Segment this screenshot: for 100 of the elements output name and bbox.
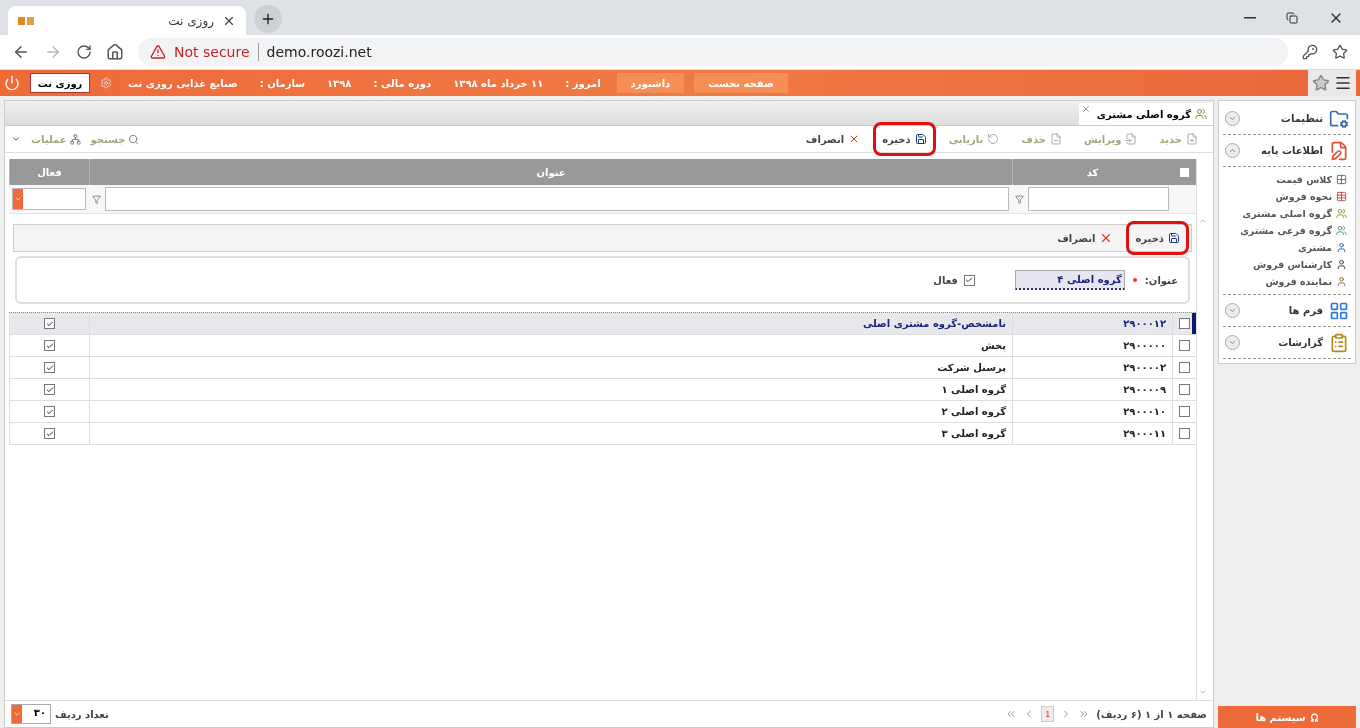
address-field[interactable]: Not secure demo.roozi.net xyxy=(138,38,1288,66)
file-icon xyxy=(1049,133,1062,145)
checkbox[interactable] xyxy=(44,428,55,439)
home-icon xyxy=(106,43,124,61)
back-icon xyxy=(12,43,30,61)
checkbox[interactable] xyxy=(44,362,55,373)
sidebar-item[interactable]: نحوه فروش xyxy=(1223,188,1351,205)
page-size-label: تعداد ردیف xyxy=(55,708,109,720)
table-row[interactable]: ۲۹۰۰۰۱۱ گروه اصلی ۳ xyxy=(9,423,1196,445)
checkbox[interactable] xyxy=(1179,340,1190,351)
omega-icon xyxy=(1309,712,1319,722)
table-cell: ۲۹۰۰۰۱۱ xyxy=(1012,423,1172,444)
toolbar-button[interactable]: ذخیره xyxy=(873,122,936,156)
save-icon xyxy=(1168,232,1180,244)
info-value: ۱۳۹۸ xyxy=(327,77,352,89)
filter-select[interactable] xyxy=(12,188,86,210)
clipboard-icon xyxy=(1329,332,1349,353)
table-cell: ۲۹۰۰۰۰۹ xyxy=(1012,379,1172,400)
filter-field[interactable] xyxy=(1028,187,1169,211)
checkbox-label: فعال xyxy=(933,274,958,286)
table-row[interactable]: ۲۹۰۰۰۱۲ نامشخص-گروه مشتری اصلی xyxy=(9,312,1196,335)
close-icon[interactable] xyxy=(1080,104,1091,114)
network-icon xyxy=(69,133,81,145)
page-size-select[interactable]: ۳۰ xyxy=(11,704,51,724)
filter-field[interactable] xyxy=(105,187,1009,211)
table-row[interactable]: ۲۹۰۰۰۰۰ پخش xyxy=(9,335,1196,357)
checkbox[interactable] xyxy=(1179,428,1190,439)
editor-button[interactable]: ذخیره xyxy=(1126,221,1189,255)
checkbox[interactable] xyxy=(44,340,55,351)
search-icon xyxy=(128,133,140,145)
checkbox[interactable] xyxy=(44,318,55,329)
title-field[interactable]: گروه اصلی ۴ xyxy=(1014,270,1125,290)
checkbox[interactable] xyxy=(44,384,55,395)
users-icon xyxy=(1336,208,1347,219)
info-label: سازمان : xyxy=(259,77,305,89)
new-tab-button[interactable] xyxy=(254,5,282,33)
checkbox[interactable] xyxy=(1179,318,1190,329)
url-text: demo.roozi.net xyxy=(266,44,372,60)
caret-icon xyxy=(13,710,21,718)
restore-icon xyxy=(1286,11,1298,24)
sidebar-group[interactable]: اطلاعات پایه xyxy=(1223,135,1351,167)
user-name: روزی نت xyxy=(30,73,90,93)
table-cell: ۲۹۰۰۰۰۲ xyxy=(1012,357,1172,378)
sidebar-group[interactable]: تنظیمات xyxy=(1223,103,1351,135)
checkbox[interactable] xyxy=(44,406,55,417)
info-value: ۱۱ خرداد ماه ۱۳۹۸ xyxy=(453,77,544,89)
browser-tab[interactable]: روزی نت xyxy=(8,6,246,35)
select-all-checkbox[interactable] xyxy=(1179,167,1189,177)
sidebar-item[interactable]: کلاس قیمت xyxy=(1223,171,1351,188)
tab-title: روزی نت xyxy=(168,13,214,28)
toolbar-button[interactable]: انصراف xyxy=(796,128,870,150)
sidebar-group[interactable]: گزارشات xyxy=(1223,327,1351,359)
star-icon xyxy=(1312,74,1330,92)
table-cell: گروه اصلی ۲ xyxy=(89,401,1012,422)
sidebar-item[interactable]: مشتری xyxy=(1223,239,1351,256)
field-label: عنوان: xyxy=(1144,274,1178,286)
table-row[interactable]: ۲۹۰۰۰۰۹ گروه اصلی ۱ xyxy=(9,379,1196,401)
sidebar-item[interactable]: کارشناس فروش xyxy=(1223,256,1351,273)
chevron-icon xyxy=(1225,143,1240,158)
minimize-icon xyxy=(1244,16,1256,19)
filter-icon xyxy=(92,194,101,204)
plus-icon xyxy=(260,11,276,27)
sidebar-item[interactable]: گروه اصلی مشتری xyxy=(1223,205,1351,222)
info-value: صنایع غذایی روزی نت xyxy=(128,77,238,89)
sidebar-item[interactable]: نماینده فروش xyxy=(1223,273,1351,290)
logo-icon xyxy=(18,15,34,26)
first-page-icon xyxy=(1005,708,1018,720)
gear-icon xyxy=(100,77,112,89)
file-arrow-icon xyxy=(1125,133,1138,145)
sidebar-item[interactable]: گروه فرعی مشتری xyxy=(1223,222,1351,239)
checkbox[interactable] xyxy=(963,274,975,286)
sidebar-group[interactable]: فرم ها xyxy=(1223,295,1351,327)
user-icon xyxy=(1336,276,1347,287)
pencil-icon xyxy=(1329,140,1349,161)
page-number[interactable]: 1 xyxy=(1041,706,1055,722)
page-tab[interactable]: گروه اصلی مشتری xyxy=(1078,103,1213,125)
warning-icon xyxy=(150,44,166,60)
reload-icon xyxy=(76,44,92,60)
table-icon xyxy=(1336,191,1347,202)
page-summary: صفحه ۱ از ۱ (۶ ردیف) xyxy=(1096,708,1207,720)
table-row[interactable]: ۲۹۰۰۰۱۰ گروه اصلی ۲ xyxy=(9,401,1196,423)
info-label: امروز : xyxy=(565,77,601,89)
checkbox[interactable] xyxy=(1179,406,1190,417)
table-cell: پخش xyxy=(89,335,1012,356)
checkbox[interactable] xyxy=(1179,362,1190,373)
restore-icon xyxy=(987,133,1000,145)
table-row[interactable]: ۲۹۰۰۰۰۲ پرسنل شرکت xyxy=(9,357,1196,379)
grid-icon xyxy=(1336,174,1347,185)
security-label: Not secure xyxy=(174,44,250,60)
chevron-icon xyxy=(1225,303,1240,318)
table-cell: نامشخص-گروه مشتری اصلی xyxy=(89,313,1012,334)
table-cell: ۲۹۰۰۰۱۲ xyxy=(1012,313,1172,334)
table-cell: ۲۹۰۰۰۱۰ xyxy=(1012,401,1172,422)
checkbox[interactable] xyxy=(1179,384,1190,395)
save-icon xyxy=(914,133,927,145)
filter-icon xyxy=(1015,194,1024,204)
editor-button[interactable]: انصراف xyxy=(1048,226,1123,250)
file-plus-icon xyxy=(1186,133,1198,145)
star-icon xyxy=(1332,44,1348,60)
chevron-icon xyxy=(1225,111,1240,126)
